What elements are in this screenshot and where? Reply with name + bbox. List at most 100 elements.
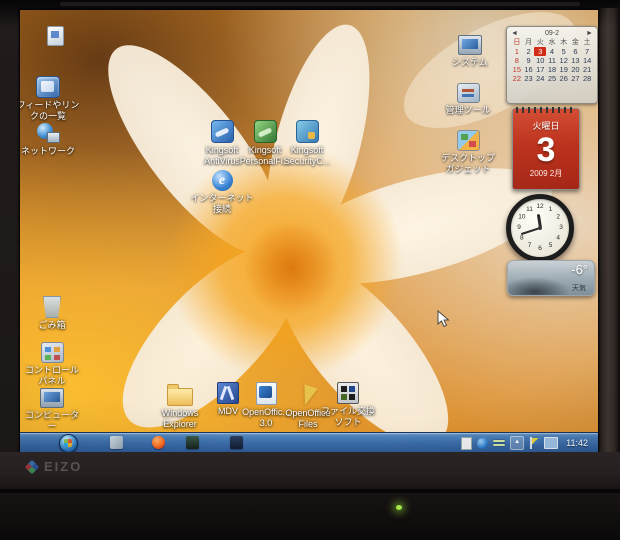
- calendar-date: 28: [581, 74, 593, 83]
- calendar-date: 1: [511, 47, 523, 56]
- weather-gadget[interactable]: -6° 天気: [507, 260, 595, 296]
- tray-network-meter-icon[interactable]: [493, 438, 505, 448]
- screen: フィードやリン クの一覧 ネットワーク ごみ箱 コントロール パネル: [20, 10, 598, 452]
- calendar-date: 8: [511, 56, 523, 65]
- clock-number: 3: [556, 224, 566, 232]
- quick-launch-app-1[interactable]: [186, 436, 199, 449]
- calendar-gadget[interactable]: ◄ 09-2 ► 日月火水木金土 12345678910111213141516…: [506, 26, 598, 104]
- clock-number: 7: [525, 242, 535, 250]
- desktop-icon-system[interactable]: システム: [438, 35, 502, 68]
- calendar-weekday: 木: [558, 38, 570, 47]
- calendar-date: 21: [581, 65, 593, 74]
- calendar-weekday-row: 日月火水木金土: [511, 38, 593, 47]
- calendar-date: 27: [570, 74, 582, 83]
- calendar-date: 10: [534, 56, 546, 65]
- calendar-weekday: 水: [546, 38, 558, 47]
- desktop-icon-computer[interactable]: コンピュータ ー: [20, 388, 84, 431]
- clock-gadget[interactable]: 121234567891011: [506, 194, 574, 262]
- desktop-icon-kingsoft-security-center[interactable]: Kingsoft SecurityC...: [275, 120, 339, 166]
- calendar-date: 18: [546, 65, 558, 74]
- clock-number: 2: [553, 214, 563, 222]
- quick-launch-media-player[interactable]: [152, 436, 165, 449]
- clock-number: 11: [525, 206, 535, 214]
- icon-label: フィードやリン クの一覧: [20, 100, 80, 121]
- calendar-date: 16: [523, 65, 535, 74]
- calendar-date: 4: [546, 47, 558, 56]
- calendar-dates: 1234567891011121314151617181920212223242…: [511, 47, 593, 83]
- calendar-prev-icon[interactable]: ◄: [511, 30, 518, 37]
- clock-number: 9: [514, 224, 524, 232]
- calendar-date: 5: [558, 47, 570, 56]
- weather-caption: 天気: [572, 283, 586, 293]
- calendar-weekday: 月: [523, 38, 535, 47]
- tray-kingsoft-icon[interactable]: [477, 438, 488, 449]
- desktop-icon-internet-shortcut[interactable]: インターネット 接続: [190, 170, 254, 214]
- monitor-photo: フィードやリン クの一覧 ネットワーク ごみ箱 コントロール パネル: [0, 0, 620, 540]
- monitor-base: [0, 493, 620, 540]
- calendar-date: 25: [546, 74, 558, 83]
- calendar-next-icon[interactable]: ►: [586, 30, 593, 37]
- calendar-date: 2: [523, 47, 535, 56]
- network-icon: [36, 122, 60, 144]
- weather-temperature: -6°: [571, 262, 588, 277]
- date-card-gadget[interactable]: 火曜日 3 2009 2月: [512, 108, 580, 190]
- desktop-icon-feed-links[interactable]: フィードやリン クの一覧: [20, 76, 80, 121]
- icon-label: デスクトップ ガジェット: [436, 153, 500, 174]
- mouse-cursor: [437, 310, 451, 328]
- system-tray: ▲ 11:42: [461, 433, 588, 452]
- eizo-emblem-icon: [25, 459, 39, 473]
- calendar-header: 09-2: [545, 30, 559, 37]
- clock-number: 6: [535, 245, 545, 253]
- calendar-date: 26: [558, 74, 570, 83]
- tray-flag-icon[interactable]: [529, 437, 539, 449]
- quick-launch-app-2[interactable]: [230, 436, 243, 449]
- calendar-date: 6: [570, 47, 582, 56]
- calendar-date: 23: [523, 74, 535, 83]
- system-icon: [458, 35, 482, 55]
- desktop-icon-network[interactable]: ネットワーク: [20, 122, 80, 157]
- calendar-weekday: 火: [534, 38, 546, 47]
- calendar-date: 15: [511, 65, 523, 74]
- clock-number: 12: [535, 203, 545, 211]
- taskbar-clock[interactable]: 11:42: [566, 438, 588, 448]
- calendar-date: 19: [558, 65, 570, 74]
- kingsoft-security-center-icon: [296, 120, 319, 143]
- start-button[interactable]: [59, 434, 78, 452]
- desktop-icon-admin-tools[interactable]: 管理ツール: [436, 83, 500, 116]
- desktop-icon-control-panel[interactable]: コントロール パネル: [20, 342, 84, 386]
- icon-label: Kingsoft SecurityC...: [275, 145, 339, 166]
- admin-tools-icon: [457, 83, 480, 103]
- desktop-icon-document[interactable]: [23, 26, 87, 46]
- gadget-icon: [457, 130, 480, 151]
- quill-icon: [298, 384, 317, 407]
- calendar-weekday: 日: [511, 38, 523, 47]
- internet-explorer-icon: [212, 170, 233, 191]
- icon-label: 管理ツール: [436, 105, 500, 116]
- openoffice-icon: [256, 382, 277, 405]
- calendar-weekday: 土: [581, 38, 593, 47]
- clock-center-pin: [538, 226, 542, 230]
- tray-expand-button[interactable]: ▲: [510, 436, 524, 450]
- desktop-icon-recycle-bin[interactable]: ごみ箱: [20, 296, 84, 331]
- bezel-top-highlight: [60, 2, 580, 6]
- clock-number: 8: [517, 235, 527, 243]
- icon-label: ごみ箱: [20, 320, 84, 331]
- calendar-date: 3: [534, 47, 546, 56]
- desktop-icon-file-exchange[interactable]: ファイル交換 ソフト: [316, 382, 380, 427]
- kingsoft-personal-firewall-icon: [254, 120, 277, 143]
- desktop-icon-desktop-gadget[interactable]: デスクトップ ガジェット: [436, 130, 500, 174]
- calendar-date: 20: [570, 65, 582, 74]
- windows-logo-icon: [64, 439, 72, 447]
- calendar-date: 12: [558, 56, 570, 65]
- feed-links-icon: [36, 76, 60, 98]
- icon-label: システム: [438, 57, 502, 68]
- calendar-date: 14: [581, 56, 593, 65]
- computer-icon: [40, 388, 64, 408]
- clock-number: 5: [546, 242, 556, 250]
- quick-launch-show-desktop[interactable]: [110, 436, 123, 449]
- calendar-date: 24: [534, 74, 546, 83]
- tray-document-icon[interactable]: [461, 437, 472, 450]
- control-panel-icon: [41, 342, 64, 363]
- tray-display-icon[interactable]: [544, 437, 558, 449]
- folder-icon: [167, 388, 193, 406]
